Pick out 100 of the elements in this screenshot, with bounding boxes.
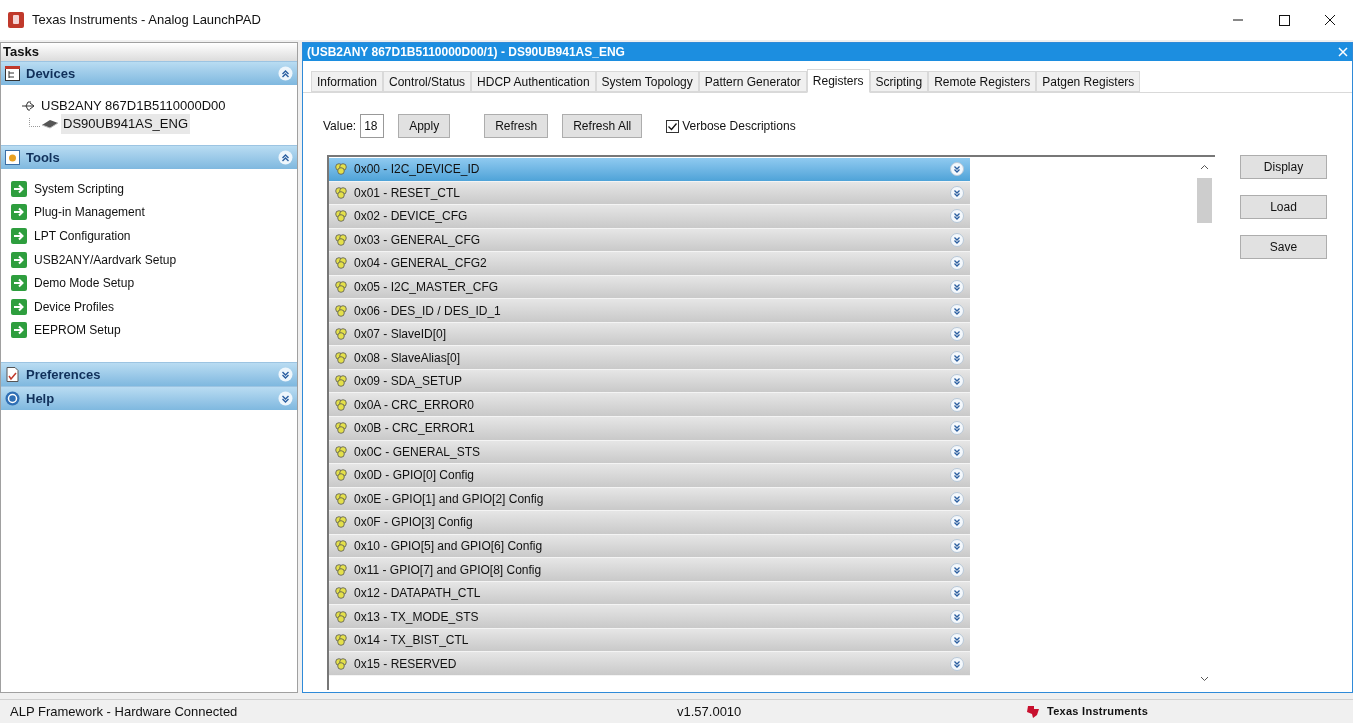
tool-link[interactable]: Plug-in Management <box>34 203 145 222</box>
register-name: 0x08 - SlaveAlias[0] <box>354 349 461 367</box>
section-header[interactable]: Devices <box>1 61 297 85</box>
register-row[interactable]: 0x00 - I2C_DEVICE_ID <box>329 158 970 182</box>
expand-icon[interactable] <box>950 232 964 247</box>
register-row[interactable]: 0x03 - GENERAL_CFG <box>329 228 970 253</box>
section-header[interactable]: Tools <box>1 145 297 169</box>
button[interactable]: Refresh All <box>562 114 643 138</box>
register-name: 0x02 - DEVICE_CFG <box>354 208 468 226</box>
gear-icon <box>335 587 347 600</box>
usb-icon <box>21 100 37 112</box>
expand-icon[interactable] <box>950 562 964 577</box>
register-row[interactable]: 0x07 - SlaveID[0] <box>329 322 970 347</box>
collapse-icon[interactable] <box>278 66 293 81</box>
register-name: 0x0F - GPIO[3] Config <box>354 514 473 532</box>
register-row[interactable]: 0x10 - GPIO[5] and GPIO[6] Config <box>329 534 970 559</box>
register-row[interactable]: 0x02 - DEVICE_CFG <box>329 205 970 229</box>
register-row[interactable]: 0x05 - I2C_MASTER_CFG <box>329 275 970 300</box>
register-name: 0x0D - GPIO[0] Config <box>354 467 475 485</box>
tab[interactable]: Pattern Generator <box>698 71 807 92</box>
register-row[interactable]: 0x04 - GENERAL_CFG2 <box>329 252 970 276</box>
collapse-icon[interactable] <box>278 150 293 165</box>
gear-icon <box>335 210 347 223</box>
expand-icon[interactable] <box>950 539 964 553</box>
tab[interactable]: Remote Registers <box>928 71 1037 92</box>
button[interactable]: Load <box>1240 195 1327 219</box>
scrollbar-thumb[interactable] <box>1197 178 1212 223</box>
expand-icon[interactable] <box>950 468 964 483</box>
expand-icon[interactable] <box>950 633 964 648</box>
register-name: 0x0C - GENERAL_STS <box>354 443 481 461</box>
button[interactable]: Refresh <box>484 114 549 138</box>
register-row[interactable]: 0x12 - DATAPATH_CTL <box>329 581 970 606</box>
tab[interactable]: Control/Status <box>383 71 472 92</box>
scroll-down-icon[interactable] <box>1200 676 1209 682</box>
arrow-icon <box>11 228 27 244</box>
expand-icon[interactable] <box>950 185 964 200</box>
tool-link[interactable]: Demo Mode Setup <box>34 274 135 293</box>
expand-icon[interactable] <box>950 586 964 601</box>
register-name: 0x07 - SlaveID[0] <box>354 326 447 344</box>
section-header[interactable]: Preferences <box>1 362 297 387</box>
tab[interactable]: Patgen Registers <box>1036 71 1141 92</box>
expand-icon[interactable] <box>950 327 964 342</box>
expand-icon[interactable] <box>950 280 964 294</box>
brand-text: Texas Instruments <box>1047 704 1149 720</box>
expand-icon[interactable] <box>950 374 964 389</box>
close-icon[interactable] <box>1338 47 1348 57</box>
tool-link[interactable]: Device Profiles <box>34 297 115 316</box>
register-row[interactable]: 0x08 - SlaveAlias[0] <box>329 346 970 370</box>
tab[interactable]: System Topology <box>595 71 699 92</box>
tab[interactable]: Information <box>311 71 384 92</box>
expand-icon[interactable] <box>950 350 964 365</box>
expand-icon[interactable] <box>950 209 964 224</box>
register-row[interactable]: 0x06 - DES_ID / DES_ID_1 <box>329 299 970 323</box>
tree-item[interactable]: USB2ANY 867D1B5110000D00 <box>41 96 226 116</box>
tab[interactable]: Scripting <box>869 71 929 92</box>
expand-icon[interactable] <box>950 397 964 412</box>
expand-icon[interactable] <box>950 656 964 671</box>
gear-icon <box>335 233 347 246</box>
register-row[interactable]: 0x13 - TX_MODE_STS <box>329 605 970 629</box>
tool-link[interactable]: LPT Configuration <box>34 227 131 245</box>
register-row[interactable]: 0x15 - RESERVED <box>329 652 970 677</box>
expand-icon[interactable] <box>278 367 293 383</box>
tool-link[interactable]: System Scripting <box>34 179 125 198</box>
expand-icon[interactable] <box>950 303 964 318</box>
register-row[interactable]: 0x0A - CRC_ERROR0 <box>329 393 970 417</box>
register-row[interactable]: 0x0C - GENERAL_STS <box>329 440 970 465</box>
expand-icon[interactable] <box>950 444 964 459</box>
register-name: 0x00 - I2C_DEVICE_ID <box>354 161 480 179</box>
expand-icon[interactable] <box>950 256 964 271</box>
tab[interactable]: Registers <box>806 69 870 93</box>
button[interactable]: Apply <box>398 114 451 138</box>
expand-icon[interactable] <box>950 515 964 530</box>
checkbox[interactable] <box>666 119 680 133</box>
tree-item[interactable]: DS90UB941AS_ENG <box>61 114 190 134</box>
register-row[interactable]: 0x09 - SDA_SETUP <box>329 369 970 394</box>
expand-icon[interactable] <box>278 391 293 407</box>
tab[interactable]: HDCP Authentication <box>471 71 596 92</box>
scroll-up-icon[interactable] <box>1200 164 1209 170</box>
section-header[interactable]: Help <box>1 386 297 411</box>
register-row[interactable]: 0x0B - CRC_ERROR1 <box>329 417 970 441</box>
register-row[interactable]: 0x11 - GPIO[7] and GPIO[8] Config <box>329 558 970 582</box>
register-row[interactable]: 0x14 - TX_BIST_CTL <box>329 628 970 653</box>
register-row[interactable]: 0x0E - GPIO[1] and GPIO[2] Config <box>329 487 970 512</box>
expand-icon[interactable] <box>950 421 964 436</box>
chip-icon <box>41 119 59 129</box>
button[interactable]: Save <box>1240 235 1327 259</box>
button[interactable]: Display <box>1240 155 1327 179</box>
expand-icon[interactable] <box>950 162 964 177</box>
value-field[interactable]: 18 <box>360 114 385 138</box>
tool-link[interactable]: EEPROM Setup <box>34 321 121 340</box>
register-name: 0x0B - CRC_ERROR1 <box>354 420 475 438</box>
tool-link[interactable]: USB2ANY/Aardvark Setup <box>34 250 177 269</box>
expand-icon[interactable] <box>950 491 964 506</box>
register-row[interactable]: 0x0F - GPIO[3] Config <box>329 511 970 535</box>
register-row[interactable]: 0x01 - RESET_CTL <box>329 181 970 206</box>
register-name: 0x12 - DATAPATH_CTL <box>354 585 481 603</box>
expand-icon[interactable] <box>950 609 964 624</box>
gear-icon <box>335 163 347 176</box>
register-row[interactable]: 0x0D - GPIO[0] Config <box>329 464 970 488</box>
gear-icon <box>335 634 347 647</box>
